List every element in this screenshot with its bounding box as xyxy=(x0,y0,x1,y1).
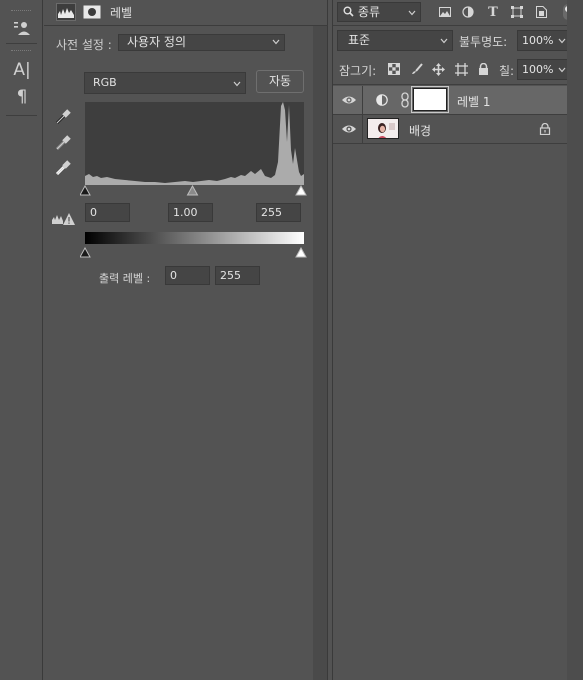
filter-pixel-icon[interactable] xyxy=(437,4,453,20)
filter-shape-icon[interactable] xyxy=(509,4,525,20)
opacity-value: 100% xyxy=(522,34,554,47)
paragraph-icon[interactable]: ¶ xyxy=(12,87,32,107)
divider xyxy=(333,25,568,26)
fill-label: 칠: xyxy=(499,64,515,78)
layer-image-thumbnail[interactable] xyxy=(367,118,399,139)
properties-header: 레벨 xyxy=(44,0,328,26)
layer-row-background[interactable]: 배경 xyxy=(333,115,568,143)
chevron-down-icon xyxy=(440,38,448,44)
divider xyxy=(333,84,568,85)
properties-panel: 레벨 사전 설정 : 사용자 정의 RGB 자동 0 1.00 255 출력 레… xyxy=(44,0,328,680)
adjustment-layer-icon xyxy=(376,94,388,106)
levels-adjustment-icon[interactable] xyxy=(56,3,76,21)
mask-icon[interactable] xyxy=(82,3,102,21)
lock-transparency-icon[interactable] xyxy=(387,62,401,76)
eye-icon[interactable] xyxy=(341,93,357,107)
layer-name[interactable]: 배경 xyxy=(409,122,431,139)
preset-label: 사전 설정 : xyxy=(56,38,112,52)
divider xyxy=(333,143,568,144)
layers-scrollbar[interactable] xyxy=(567,0,583,680)
layer-filter-dropdown[interactable]: 종류 xyxy=(337,2,421,22)
opacity-label: 불투명도: xyxy=(459,35,508,49)
layer-row-levels[interactable]: 레벨 1 xyxy=(333,86,568,114)
input-white-field[interactable]: 255 xyxy=(256,203,301,222)
layer-name[interactable]: 레벨 1 xyxy=(457,93,491,110)
filter-type-icon[interactable]: T xyxy=(485,4,501,20)
chevron-down-icon xyxy=(408,10,416,16)
tool-separator xyxy=(6,43,37,44)
preset-value: 사용자 정의 xyxy=(127,35,187,49)
filter-smart-object-icon[interactable] xyxy=(533,4,549,20)
properties-scrollbar[interactable] xyxy=(313,26,327,680)
tool-separator xyxy=(6,115,37,116)
fill-field[interactable]: 100% xyxy=(517,59,571,80)
layer-filter-value: 종류 xyxy=(358,5,381,19)
panel-title: 레벨 xyxy=(110,6,133,20)
blend-mode-dropdown[interactable]: 표준 xyxy=(337,30,453,51)
input-black-field[interactable]: 0 xyxy=(85,203,130,222)
channel-dropdown[interactable]: RGB xyxy=(84,72,246,94)
lock-artboard-icon[interactable] xyxy=(454,62,468,76)
output-levels-label: 출력 레벨 : xyxy=(99,272,151,285)
bank-icon[interactable] xyxy=(12,18,32,38)
lock-all-icon[interactable] xyxy=(476,62,490,76)
lock-image-brush-icon[interactable] xyxy=(410,62,424,76)
input-levels-slider[interactable] xyxy=(80,185,310,197)
visibility-column-divider xyxy=(362,86,363,114)
clipping-warning-icon[interactable] xyxy=(52,212,76,226)
search-icon xyxy=(343,6,354,17)
preset-dropdown[interactable]: 사용자 정의 xyxy=(118,34,285,51)
black-point-eyedropper-icon[interactable] xyxy=(54,108,72,126)
blend-mode-value: 표준 xyxy=(348,33,371,47)
portrait-thumbnail-image xyxy=(368,119,398,138)
fill-value: 100% xyxy=(522,63,554,76)
chevron-down-icon xyxy=(558,38,566,44)
visibility-column-divider xyxy=(362,115,363,143)
channel-value: RGB xyxy=(93,76,117,89)
tool-strip: A| ¶ xyxy=(0,0,43,680)
filter-adjustment-icon[interactable] xyxy=(460,4,476,20)
lock-icon[interactable] xyxy=(539,123,551,135)
output-levels-slider[interactable] xyxy=(80,247,310,259)
layers-panel: 종류 T 표준 불투명도: 100% 잠그기: 칠: 100% 레벨 1 배경 xyxy=(332,0,583,680)
chevron-down-icon xyxy=(272,39,280,45)
output-gradient-bar xyxy=(85,232,304,244)
opacity-field[interactable]: 100% xyxy=(517,30,571,51)
auto-button[interactable]: 자동 xyxy=(256,70,304,93)
lock-position-move-icon[interactable] xyxy=(431,62,445,76)
character-panel-icon[interactable]: A| xyxy=(12,60,32,80)
gray-point-eyedropper-icon[interactable] xyxy=(54,134,72,152)
layer-mask-thumbnail[interactable] xyxy=(411,86,449,113)
lock-label: 잠그기: xyxy=(339,64,377,78)
eye-icon[interactable] xyxy=(341,122,357,136)
input-gamma-field[interactable]: 1.00 xyxy=(168,203,213,222)
chevron-down-icon xyxy=(233,81,241,87)
chevron-down-icon xyxy=(558,67,566,73)
output-black-field[interactable]: 0 xyxy=(165,266,210,285)
chain-link-icon[interactable] xyxy=(400,92,410,108)
white-point-eyedropper-icon[interactable] xyxy=(54,159,72,177)
grip-handle[interactable] xyxy=(11,10,31,12)
histogram xyxy=(85,102,304,185)
output-white-field[interactable]: 255 xyxy=(215,266,260,285)
grip-handle[interactable] xyxy=(11,50,31,52)
